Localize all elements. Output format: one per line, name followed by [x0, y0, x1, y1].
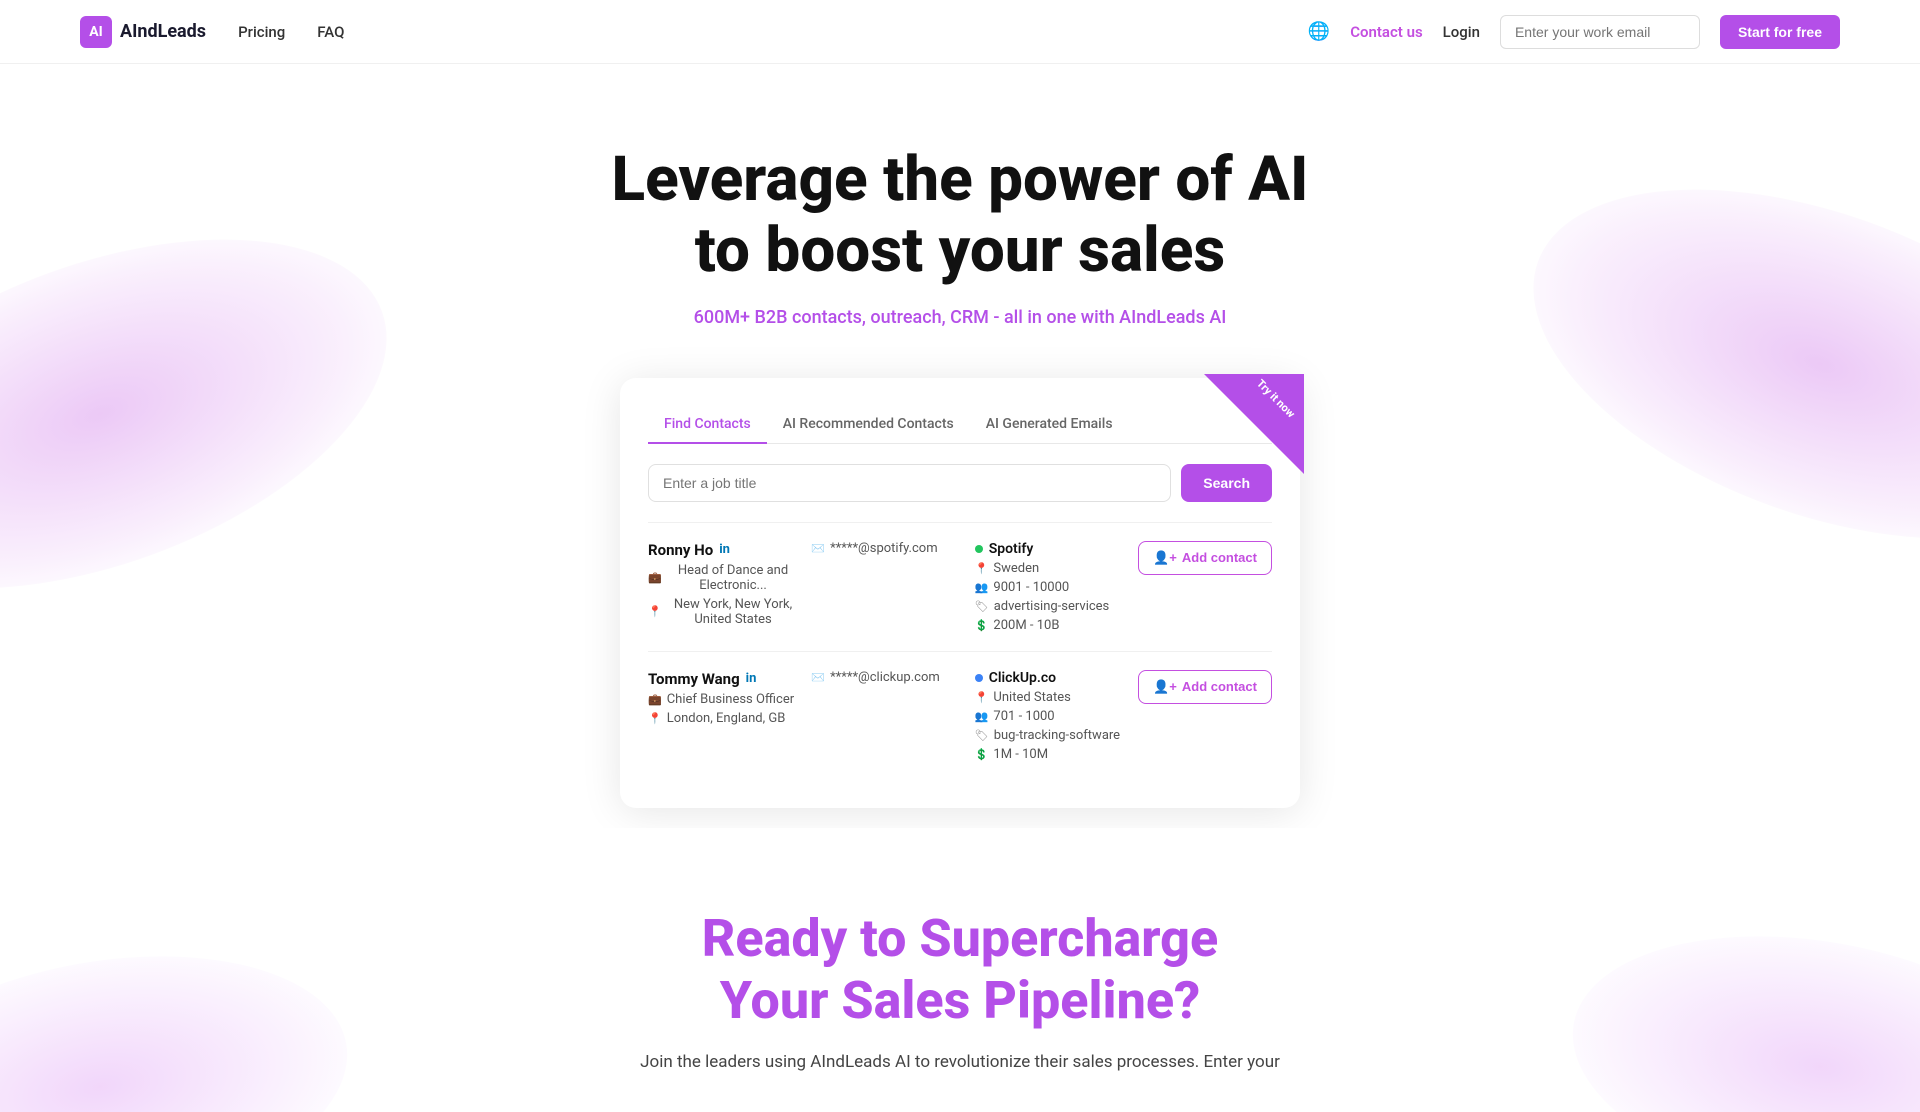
contact-2-info: Tommy Wang in 💼 Chief Business Officer 📍… [648, 670, 799, 726]
tag-icon: 🏷 [975, 729, 989, 742]
briefcase-icon: 💼 [648, 693, 662, 706]
company-dot [975, 674, 983, 682]
linkedin-icon: in [746, 671, 757, 686]
contact-1-info: Ronny Ho in 💼 Head of Dance and Electron… [648, 541, 799, 627]
contact-2-email: ✉️ *****@clickup.com [811, 670, 962, 685]
contact-1-company-country: 📍 Sweden [975, 561, 1126, 576]
nav-right: 🌐 Contact us Login Start for free [1308, 15, 1840, 49]
add-contact-1-button[interactable]: 👤+ Add contact [1138, 541, 1272, 575]
email-icon: ✉️ [811, 671, 825, 684]
hero-section: Leverage the power of AI to boost your s… [0, 64, 1920, 828]
contact-2-company-col: ClickUp.co 📍 United States 👥 701 - 1000 … [975, 670, 1126, 762]
table-row: Ronny Ho in 💼 Head of Dance and Electron… [648, 522, 1272, 651]
contact-1-job: 💼 Head of Dance and Electronic... [648, 563, 799, 593]
logo-text: AIndLeads [120, 21, 206, 42]
try-it-now-ribbon: Try it now [1204, 374, 1304, 474]
contact-2-company-name: ClickUp.co [975, 670, 1126, 686]
briefcase-icon: 💼 [648, 571, 662, 584]
login-link[interactable]: Login [1443, 23, 1480, 41]
contact-1-name: Ronny Ho in [648, 541, 799, 559]
demo-card-wrapper: Try it now Find Contacts AI Recommended … [20, 378, 1900, 808]
table-row: Tommy Wang in 💼 Chief Business Officer 📍… [648, 651, 1272, 780]
contact-2-company-size: 👥 701 - 1000 [975, 709, 1126, 724]
contact-link[interactable]: Contact us [1350, 23, 1422, 41]
contact-1-company-col: Spotify 📍 Sweden 👥 9001 - 10000 🏷 a [975, 541, 1126, 633]
contact-1-company-name: Spotify [975, 541, 1126, 557]
globe-icon[interactable]: 🌐 [1308, 21, 1330, 42]
tabs-row: Find Contacts AI Recommended Contacts AI… [648, 406, 1272, 444]
navigation: AI AIndLeads Pricing FAQ 🌐 Contact us Lo… [0, 0, 1920, 64]
contact-2-name: Tommy Wang in [648, 670, 799, 688]
contact-1-email-col: ✉️ *****@spotify.com [811, 541, 962, 556]
people-icon: 👥 [975, 581, 989, 594]
contact-2-company-country: 📍 United States [975, 690, 1126, 705]
contact-2-company-tag: 🏷 bug-tracking-software [975, 728, 1126, 743]
tag-icon: 🏷 [975, 600, 989, 613]
tab-find-contacts[interactable]: Find Contacts [648, 406, 767, 444]
contact-1-company-revenue: 💲 200M - 10B [975, 618, 1126, 633]
hero-subheadline: 600M+ B2B contacts, outreach, CRM - all … [20, 307, 1900, 328]
add-icon: 👤+ [1153, 550, 1177, 566]
contact-2-job: 💼 Chief Business Officer [648, 692, 799, 707]
start-free-button[interactable]: Start for free [1720, 15, 1840, 49]
bottom-title: Ready to Supercharge Your Sales Pipeline… [20, 908, 1900, 1033]
revenue-icon: 💲 [975, 619, 989, 632]
tab-ai-emails[interactable]: AI Generated Emails [970, 406, 1129, 444]
logo-icon: AI [80, 16, 112, 48]
nav-left: AI AIndLeads Pricing FAQ [80, 16, 344, 48]
add-icon: 👤+ [1153, 679, 1177, 695]
contact-1-add-col: 👤+ Add contact [1138, 541, 1272, 575]
contact-2-email-col: ✉️ *****@clickup.com [811, 670, 962, 685]
contact-1-location: 📍 New York, New York, United States [648, 597, 799, 627]
contact-2-location: 📍 London, England, GB [648, 711, 799, 726]
map-pin-icon: 📍 [975, 691, 989, 704]
contact-1-email: ✉️ *****@spotify.com [811, 541, 962, 556]
bottom-subtitle: Join the leaders using AIndLeads AI to r… [610, 1052, 1310, 1072]
linkedin-icon: in [719, 542, 730, 557]
map-pin-icon: 📍 [975, 562, 989, 575]
logo[interactable]: AI AIndLeads [80, 16, 206, 48]
add-contact-2-button[interactable]: 👤+ Add contact [1138, 670, 1272, 704]
job-title-input[interactable] [648, 464, 1171, 502]
faq-link[interactable]: FAQ [317, 23, 344, 41]
pricing-link[interactable]: Pricing [238, 23, 285, 41]
tab-recommended-contacts[interactable]: AI Recommended Contacts [767, 406, 970, 444]
contact-1-company-tag: 🏷 advertising-services [975, 599, 1126, 614]
nav-email-input[interactable] [1500, 15, 1700, 49]
bottom-section: Ready to Supercharge Your Sales Pipeline… [0, 828, 1920, 1112]
contact-2-add-col: 👤+ Add contact [1138, 670, 1272, 704]
revenue-icon: 💲 [975, 748, 989, 761]
location-icon: 📍 [648, 605, 662, 618]
contact-2-company-revenue: 💲 1M - 10M [975, 747, 1126, 762]
people-icon: 👥 [975, 710, 989, 723]
search-row: Search [648, 464, 1272, 502]
hero-headline: Leverage the power of AI to boost your s… [610, 144, 1310, 287]
contact-1-company-size: 👥 9001 - 10000 [975, 580, 1126, 595]
demo-card: Try it now Find Contacts AI Recommended … [620, 378, 1300, 808]
active-dot [975, 545, 983, 553]
email-icon: ✉️ [811, 542, 825, 555]
location-icon: 📍 [648, 712, 662, 725]
